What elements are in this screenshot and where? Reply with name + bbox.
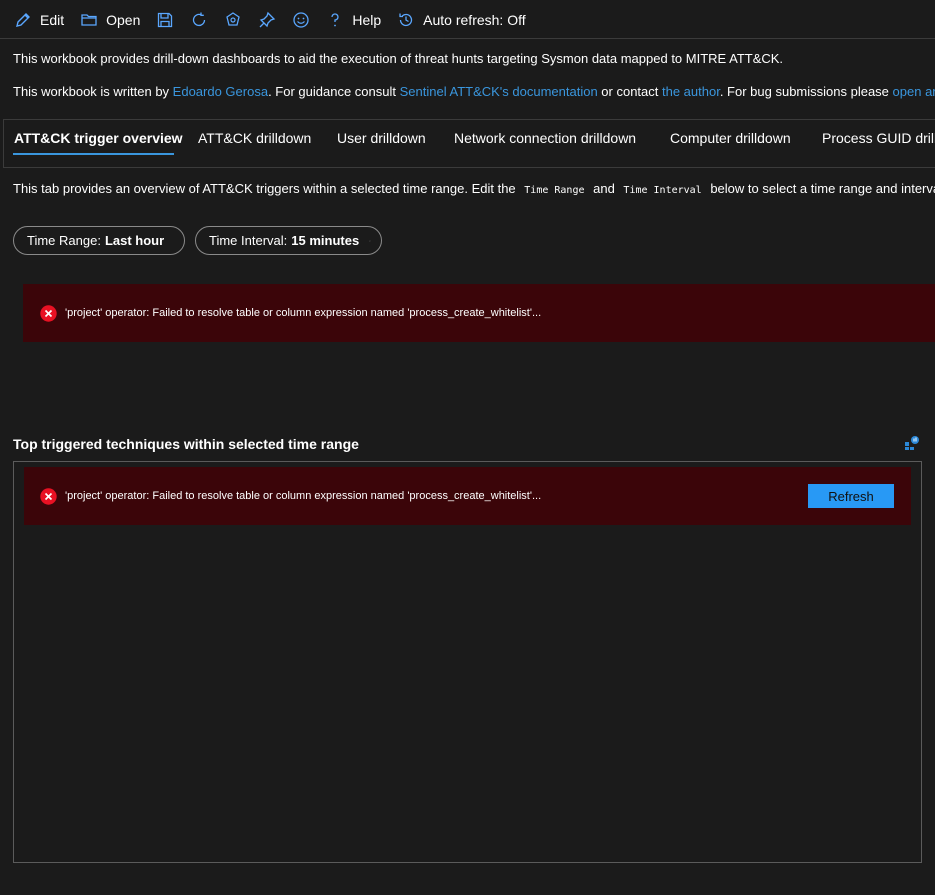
- intro-line-2: This workbook is written by Edoardo Gero…: [13, 84, 935, 99]
- help-icon: [326, 11, 344, 29]
- time-range-code: Time Range: [524, 185, 585, 196]
- tab-network-connection-drilldown[interactable]: Network connection drilldown: [454, 130, 636, 146]
- tab-description-text: and: [589, 181, 619, 196]
- save-button[interactable]: [156, 0, 174, 40]
- error-message: 'project' operator: Failed to resolve ta…: [65, 490, 542, 502]
- error-icon: [40, 304, 57, 322]
- tab-process-guid-drilldown[interactable]: Process GUID drilldo: [822, 130, 935, 146]
- auto-refresh-label: Auto refresh: Off: [423, 12, 526, 28]
- open-button[interactable]: Open: [80, 0, 140, 40]
- documentation-link[interactable]: Sentinel ATT&CK's documentation: [400, 84, 598, 99]
- save-icon: [156, 11, 174, 29]
- time-interval-code: Time Interval: [623, 185, 702, 196]
- auto-refresh-icon: [397, 11, 415, 29]
- tab-computer-drilldown[interactable]: Computer drilldown: [670, 130, 791, 146]
- auto-refresh-button[interactable]: Auto refresh: Off: [397, 0, 526, 40]
- panel-error-banner: 'project' operator: Failed to resolve ta…: [24, 467, 911, 525]
- toolbar: Edit Open Help Auto refresh: Off: [0, 0, 935, 40]
- time-range-label: Time Range:: [27, 233, 101, 248]
- feedback-button[interactable]: [292, 0, 310, 40]
- refresh-icon: [190, 11, 208, 29]
- edit-button[interactable]: Edit: [14, 0, 64, 40]
- feedback-icon: [292, 11, 310, 29]
- intro-text: or contact: [597, 84, 662, 99]
- help-label: Help: [352, 12, 382, 28]
- refresh-button[interactable]: Refresh: [808, 484, 894, 508]
- toolbar-divider: [0, 38, 935, 39]
- author-link[interactable]: Edoardo Gerosa: [173, 84, 268, 99]
- tab-description-text: This tab provides an overview of ATT&CK …: [13, 181, 520, 196]
- section-title: Top triggered techniques within selected…: [13, 436, 359, 452]
- workbook-page: Edit Open Help Auto refresh: Off This wo…: [0, 0, 935, 895]
- tab-attack-drilldown[interactable]: ATT&CK drilldown: [198, 130, 311, 146]
- time-range-dropdown[interactable]: Time Range: Last hour: [13, 226, 185, 255]
- open-label: Open: [106, 12, 141, 28]
- reload-button[interactable]: [190, 0, 208, 40]
- intro-text: . For guidance consult: [268, 84, 400, 99]
- open-icon: [80, 11, 98, 29]
- tab-attack-trigger-overview[interactable]: ATT&CK trigger overview: [14, 130, 183, 146]
- query-info-icon[interactable]: [903, 435, 919, 451]
- error-icon: [40, 487, 57, 505]
- time-range-value: Last hour: [104, 233, 165, 248]
- intro-line-1: This workbook provides drill-down dashbo…: [13, 51, 784, 66]
- open-issue-link[interactable]: open an: [893, 84, 935, 99]
- error-message: 'project' operator: Failed to resolve ta…: [65, 307, 542, 319]
- tab-user-drilldown[interactable]: User drilldown: [337, 130, 426, 146]
- pin-button[interactable]: [258, 0, 276, 40]
- time-interval-value: 15 minutes: [291, 233, 360, 248]
- share-icon: [224, 11, 242, 29]
- help-button[interactable]: Help: [326, 0, 381, 40]
- edit-label: Edit: [40, 12, 65, 28]
- intro-text: This workbook is written by: [13, 84, 173, 99]
- share-button[interactable]: [224, 0, 242, 40]
- contact-author-link[interactable]: the author: [662, 84, 720, 99]
- intro-text: . For bug submissions please: [719, 84, 893, 99]
- tab-description: This tab provides an overview of ATT&CK …: [13, 181, 935, 196]
- pin-icon: [258, 11, 276, 29]
- edit-icon: [14, 11, 32, 29]
- time-interval-dropdown[interactable]: Time Interval: 15 minutes: [195, 226, 382, 255]
- time-interval-label: Time Interval:: [209, 233, 288, 248]
- query-error-banner: 'project' operator: Failed to resolve ta…: [23, 284, 935, 342]
- active-tab-indicator: [13, 153, 174, 155]
- tab-description-text: below to select a time range and interva…: [706, 181, 935, 196]
- chevron-down-icon: [369, 240, 371, 242]
